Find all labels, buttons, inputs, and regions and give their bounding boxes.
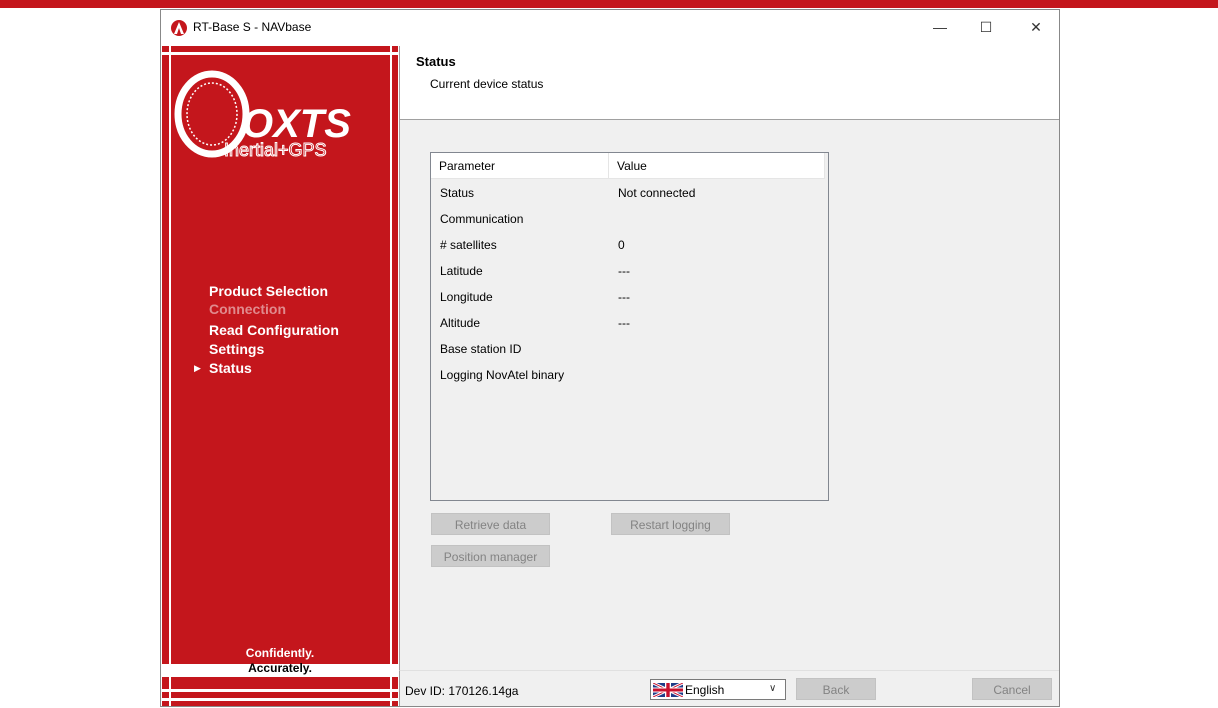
retrieve-data-button[interactable]: Retrieve data xyxy=(431,513,550,535)
table-row[interactable]: Logging NovAtel binary xyxy=(431,362,828,388)
nav-item-settings[interactable]: Settings xyxy=(209,340,264,358)
table-cell-value: --- xyxy=(618,290,630,304)
table-cell-parameter: Base station ID xyxy=(440,342,522,356)
language-select-value: English xyxy=(685,683,725,697)
minimize-button[interactable]: — xyxy=(917,10,963,44)
sidebar-vertical-stripe xyxy=(169,46,171,706)
cancel-button[interactable]: Cancel xyxy=(972,678,1052,700)
oxts-logo-graphic: OXTS Inertial+GPS xyxy=(174,70,351,161)
nav-item-read-configuration[interactable]: Read Configuration xyxy=(209,321,339,339)
title-bar: RT-Base S - NAVbase — ☐ ✕ xyxy=(161,10,1059,46)
logo-tagline-text: Inertial+GPS xyxy=(224,140,327,160)
table-cell-parameter: Logging NovAtel binary xyxy=(440,368,565,382)
sidebar-stripe xyxy=(162,698,398,701)
table-cell-parameter: # satellites xyxy=(440,238,497,252)
close-button[interactable]: ✕ xyxy=(1013,10,1059,44)
nav-item-product-selection[interactable]: Product Selection xyxy=(209,282,328,300)
current-step-arrow-icon: ▶ xyxy=(194,363,201,373)
chevron-down-icon[interactable]: ∨ xyxy=(769,683,776,694)
column-header-parameter[interactable]: Parameter xyxy=(431,153,609,179)
main-content: Parameter Value Status Not connected Com… xyxy=(399,120,1059,670)
back-button[interactable]: Back xyxy=(796,678,876,700)
maximize-button[interactable]: ☐ xyxy=(963,10,1009,44)
app-window: RT-Base S - NAVbase — ☐ ✕ OXTS Inertial+… xyxy=(160,9,1060,707)
wizard-sidebar: OXTS Inertial+GPS Product Selection Conn… xyxy=(162,46,398,706)
table-row[interactable]: Altitude --- xyxy=(431,310,828,336)
oxts-logo: OXTS Inertial+GPS xyxy=(172,64,392,164)
device-id-label: Dev ID: 170126.14ga xyxy=(405,684,519,698)
slogan-confidently: Confidently. xyxy=(245,646,315,660)
table-row[interactable]: Base station ID xyxy=(431,336,828,362)
position-manager-button[interactable]: Position manager xyxy=(431,545,550,567)
page-title: Status xyxy=(416,54,456,69)
column-header-value[interactable]: Value xyxy=(609,153,825,179)
restart-logging-button[interactable]: Restart logging xyxy=(611,513,730,535)
table-cell-parameter: Longitude xyxy=(440,290,493,304)
nav-item-connection: Connection xyxy=(209,301,286,317)
table-row[interactable]: Status Not connected xyxy=(431,180,828,206)
uk-flag-icon xyxy=(653,683,683,697)
oxts-app-icon xyxy=(171,20,187,36)
table-cell-value: Not connected xyxy=(618,186,696,200)
slogan-accurately: Accurately. xyxy=(248,661,312,675)
table-cell-parameter: Altitude xyxy=(440,316,481,330)
table-cell-value: --- xyxy=(618,316,630,330)
status-table[interactable]: Parameter Value Status Not connected Com… xyxy=(430,152,829,501)
table-row[interactable]: # satellites 0 xyxy=(431,232,828,258)
window-title: RT-Base S - NAVbase xyxy=(193,20,312,34)
table-cell-value: --- xyxy=(618,264,630,278)
sidebar-stripe xyxy=(162,52,398,55)
table-cell-parameter: Communication xyxy=(440,212,524,226)
footer-bar: Dev ID: 170126.14ga English ∨ Back Cance… xyxy=(399,670,1059,706)
table-row[interactable]: Latitude --- xyxy=(431,258,828,284)
nav-item-status[interactable]: Status xyxy=(209,359,252,377)
sidebar-stripe xyxy=(162,689,398,692)
table-cell-value: 0 xyxy=(618,238,625,252)
table-cell-parameter: Latitude xyxy=(440,264,483,278)
page-subtitle: Current device status xyxy=(430,77,544,91)
top-accent-strip xyxy=(0,0,1218,8)
table-row[interactable]: Communication xyxy=(431,206,828,232)
language-select[interactable]: English ∨ xyxy=(650,679,786,700)
page-header: Status Current device status xyxy=(399,46,1059,120)
table-row[interactable]: Longitude --- xyxy=(431,284,828,310)
table-cell-parameter: Status xyxy=(440,186,475,200)
